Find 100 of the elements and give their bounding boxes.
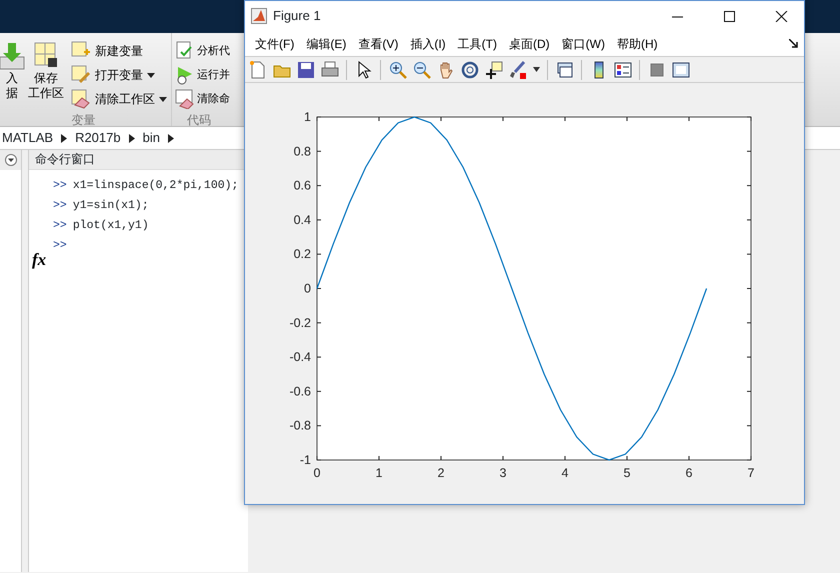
- tick-label: 1: [304, 110, 311, 124]
- menu-item[interactable]: 文件(F): [249, 34, 300, 52]
- tick-label: 0.4: [294, 212, 311, 227]
- printer-icon: [320, 60, 338, 78]
- variable-action-button[interactable]: 打开变量: [71, 63, 155, 87]
- breadcrumb-item[interactable]: R2017b: [75, 128, 121, 148]
- tick-label: 2: [438, 466, 444, 480]
- data-tip-button[interactable]: [483, 59, 504, 80]
- plot-window-icon: [672, 60, 690, 78]
- dropdown-icon[interactable]: [4, 154, 16, 166]
- chevron-icon: [128, 134, 135, 142]
- code-action-button[interactable]: 分析代: [175, 39, 230, 63]
- breadcrumb-item[interactable]: MATLAB: [2, 128, 54, 148]
- tick-label: -1: [300, 453, 311, 467]
- variable-action-button[interactable]: 新建变量: [71, 39, 143, 63]
- section-label: 代码: [187, 112, 211, 129]
- tick-mark: [626, 456, 628, 460]
- tick-label: 5: [624, 466, 630, 480]
- tick-mark: [378, 116, 380, 122]
- close-icon: [774, 10, 788, 22]
- legend-icon: [614, 60, 632, 78]
- zoom-out-button[interactable]: [411, 59, 432, 80]
- tick-mark: [440, 116, 442, 122]
- brush-button[interactable]: [507, 59, 528, 80]
- caret-icon: [532, 67, 540, 72]
- rotate-button[interactable]: [459, 59, 480, 80]
- menu-item[interactable]: 窗口(W): [556, 34, 611, 52]
- tick-label: 0: [314, 466, 320, 480]
- command-line: >> y1=sin(x1);: [53, 198, 150, 214]
- tick-mark: [626, 116, 628, 122]
- tick-mark: [316, 390, 322, 392]
- tick-label: 0.8: [294, 144, 311, 158]
- new-file-icon: [248, 60, 266, 78]
- tick-label: 4: [562, 466, 568, 480]
- eraser-icon: [71, 89, 91, 109]
- tick-mark: [316, 288, 322, 289]
- tick-mark: [564, 456, 566, 460]
- tick-mark: [746, 219, 752, 220]
- tick-mark: [746, 254, 752, 255]
- menu-item[interactable]: 桌面(D): [502, 34, 556, 52]
- data-tip-icon: [484, 60, 502, 78]
- command-prompt: >>: [53, 239, 67, 252]
- tick-mark: [378, 456, 380, 460]
- tick-mark: [316, 150, 322, 152]
- tick-mark: [746, 425, 752, 426]
- maximize-icon: [722, 10, 736, 22]
- tick-mark: [746, 150, 752, 152]
- zoom-in-button[interactable]: [387, 59, 408, 80]
- save-workspace-button[interactable]: 保存 工作区: [24, 33, 68, 111]
- tick-mark: [316, 185, 322, 186]
- tick-mark: [316, 219, 322, 220]
- menu-item[interactable]: 帮助(H): [610, 34, 664, 52]
- code-action-button[interactable]: 清除命: [175, 87, 230, 111]
- tick-mark: [746, 356, 752, 358]
- tick-mark: [688, 456, 690, 460]
- menu-item[interactable]: 插入(I): [404, 34, 452, 52]
- chevron-icon: [168, 134, 174, 142]
- variable-action-button[interactable]: 清除工作区: [71, 87, 167, 111]
- code-action-button[interactable]: 运行并: [175, 63, 230, 87]
- brush-icon: [508, 60, 526, 78]
- menu-item[interactable]: 查看(V): [352, 34, 404, 52]
- linked-windows-icon: [556, 60, 574, 78]
- import-data-button[interactable]: 入 据: [0, 33, 24, 111]
- tick-label: 3: [500, 466, 506, 480]
- menu-item[interactable]: 工具(T): [452, 34, 503, 52]
- save-icon: [296, 60, 314, 78]
- tick-mark: [440, 456, 442, 460]
- tick-mark: [502, 116, 504, 122]
- command-line: >> x1=linspace(0,2*pi,100);: [53, 178, 238, 194]
- clear-console-icon: [175, 89, 195, 109]
- tick-mark: [564, 116, 566, 122]
- section-label: 变量: [70, 112, 96, 129]
- tick-mark: [746, 390, 752, 392]
- save-button[interactable]: [295, 59, 316, 80]
- tick-mark: [746, 185, 752, 186]
- menu-item[interactable]: 编辑(E): [300, 34, 352, 52]
- figure-logo-icon: [251, 8, 267, 24]
- function-button[interactable]: fx: [29, 250, 46, 270]
- tick-mark: [316, 322, 322, 324]
- tick-mark: [502, 456, 504, 460]
- tick-label: 6: [686, 466, 692, 480]
- tick-label: 0.2: [294, 247, 311, 262]
- zoom-out-icon: [412, 60, 430, 78]
- command-line: >> plot(x1,y1): [53, 218, 150, 234]
- chevron-icon: [61, 134, 68, 142]
- square-icon: [648, 60, 666, 78]
- tick-label: 7: [748, 466, 754, 480]
- tick-label: -0.6: [289, 384, 311, 398]
- tick-label: -0.2: [289, 316, 311, 330]
- download-icon: [0, 41, 26, 71]
- tick-label: 0.6: [294, 178, 311, 193]
- zoom-in-icon: [388, 60, 406, 78]
- tick-mark: [746, 322, 752, 324]
- tick-mark: [316, 425, 322, 426]
- tick-label: 1: [376, 466, 382, 480]
- tick-mark: [746, 288, 752, 289]
- tick-mark: [316, 356, 322, 358]
- breadcrumb-item[interactable]: bin: [142, 128, 160, 148]
- tick-label: -0.4: [289, 350, 311, 364]
- tick-mark: [688, 116, 690, 122]
